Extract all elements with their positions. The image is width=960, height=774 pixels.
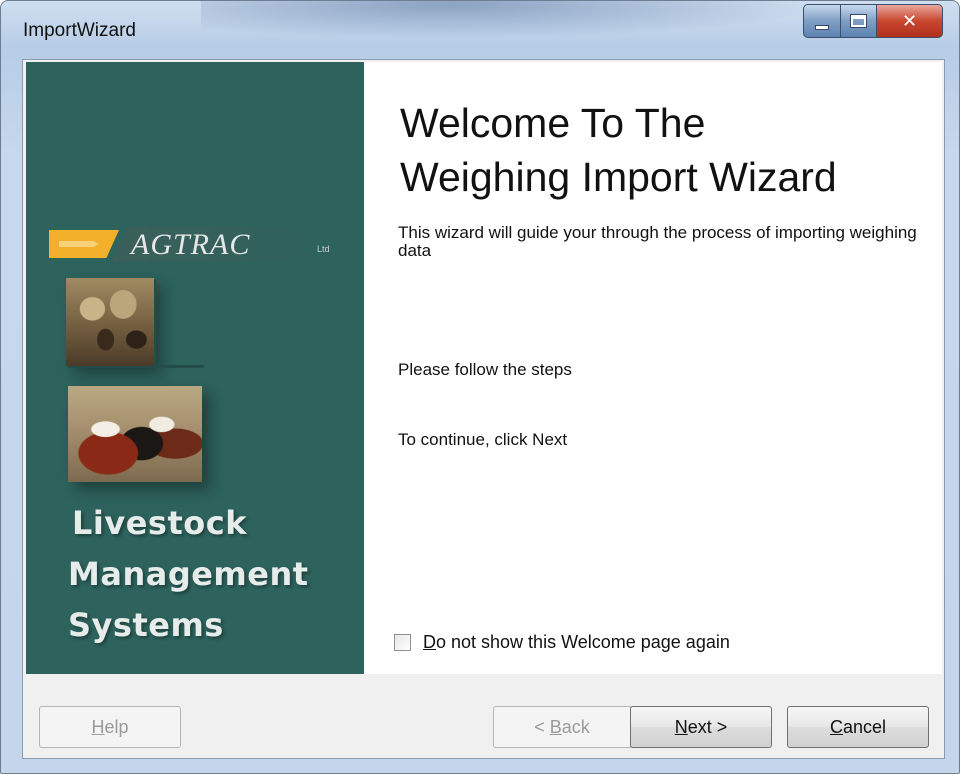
caption-buttons: ✕ — [803, 4, 943, 38]
tagline-line-2: Management — [68, 555, 309, 593]
steps-text: Please follow the steps — [398, 360, 572, 379]
page-title-line-2: Weighing Import Wizard — [400, 154, 837, 200]
wizard-client-area: AGTRAC Ltd Livestock Management Systems … — [22, 59, 945, 759]
page-title-line-1: Welcome To The — [400, 100, 706, 146]
logo-arrow-icon — [49, 230, 119, 258]
window-title: ImportWizard — [23, 20, 136, 41]
back-mnemonic: B — [549, 716, 562, 737]
page-title: Welcome To The Weighing Import Wizard — [400, 96, 920, 204]
help-mnemonic: H — [91, 716, 105, 737]
dont-show-again-checkbox[interactable] — [394, 634, 411, 651]
welcome-panel: Welcome To The Weighing Import Wizard Th… — [364, 62, 942, 674]
checkbox-label-mnemonic: D — [423, 632, 436, 652]
intro-text: This wizard will guide your through the … — [398, 223, 917, 260]
help-label-rest: elp — [104, 716, 129, 737]
cancel-label-rest: ancel — [842, 716, 887, 737]
tagline-line-1: Livestock — [72, 504, 247, 542]
photo-divider — [154, 365, 204, 368]
import-wizard-window: ImportWizard ✕ AGTRAC Ltd Livestock Mana… — [0, 0, 960, 774]
tagline-line-3: Systems — [68, 606, 224, 644]
dont-show-again-option[interactable]: Do not show this Welcome page again — [394, 632, 730, 653]
back-button[interactable]: < Back — [493, 706, 631, 748]
minimize-button[interactable] — [803, 4, 841, 38]
company-tagline: Livestock Management Systems — [68, 498, 309, 651]
back-label-rest: ack — [561, 716, 590, 737]
minimize-icon — [815, 24, 829, 30]
next-button[interactable]: Next > — [630, 706, 772, 748]
sheep-photo — [66, 278, 154, 366]
logo-suffix: Ltd — [317, 244, 330, 254]
cattle-photo — [68, 386, 202, 482]
maximize-icon — [850, 14, 867, 28]
help-button[interactable]: Help — [39, 706, 181, 748]
logo-arrow-inner — [59, 241, 99, 247]
back-prefix: < — [534, 716, 550, 737]
title-bar-glass — [201, 1, 821, 39]
continue-text: To continue, click Next — [398, 430, 568, 449]
close-icon: ✕ — [901, 10, 918, 32]
cancel-button[interactable]: Cancel — [787, 706, 929, 748]
next-label-rest: ext > — [687, 716, 728, 737]
title-bar[interactable]: ImportWizard ✕ — [1, 1, 959, 59]
dont-show-again-label[interactable]: Do not show this Welcome page again — [423, 632, 730, 653]
next-mnemonic: N — [674, 716, 688, 737]
close-button[interactable]: ✕ — [877, 4, 943, 38]
cancel-mnemonic: C — [829, 716, 843, 737]
logo-text: AGTRAC — [131, 228, 251, 261]
branding-panel: AGTRAC Ltd Livestock Management Systems — [26, 62, 364, 674]
maximize-button[interactable] — [841, 4, 877, 38]
checkbox-label-rest: o not show this Welcome page again — [436, 632, 730, 652]
agtrac-logo: AGTRAC Ltd — [49, 226, 334, 262]
